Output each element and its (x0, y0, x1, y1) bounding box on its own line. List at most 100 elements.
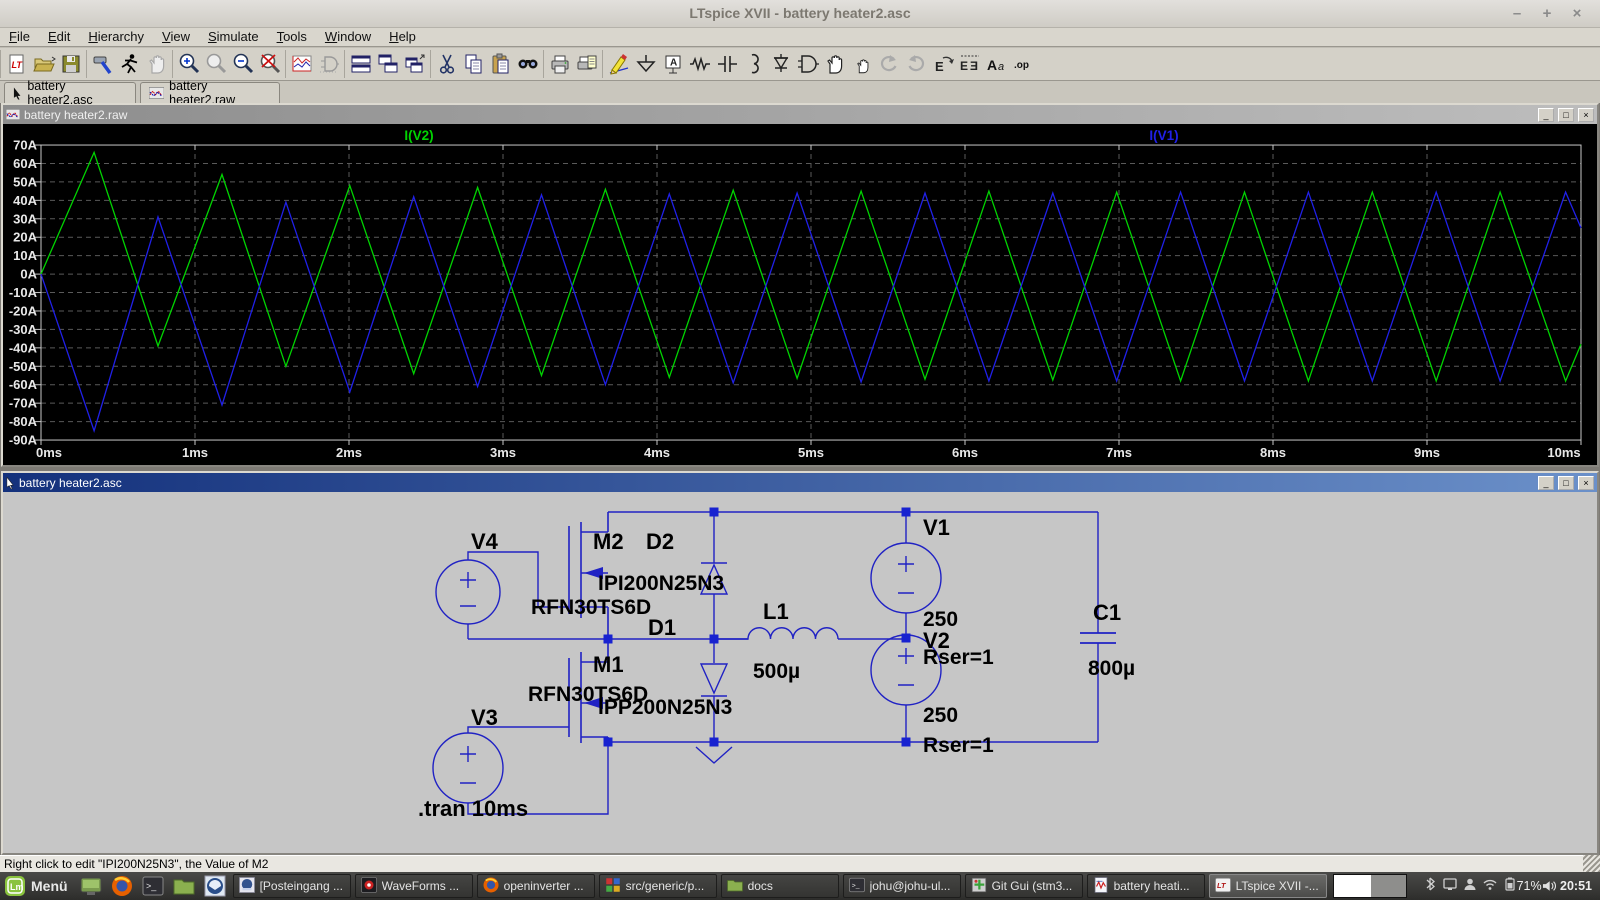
ground-icon[interactable] (632, 51, 659, 78)
ground-symbol[interactable] (696, 747, 732, 763)
menu-view[interactable]: View (153, 28, 199, 45)
undo-icon[interactable] (875, 51, 902, 78)
halt-icon[interactable] (143, 51, 170, 78)
app-titlebar[interactable]: LTspice XVII - battery heater2.asc – + × (0, 0, 1600, 28)
zoom-out-icon[interactable] (229, 51, 256, 78)
capacitor-icon[interactable] (713, 51, 740, 78)
user-icon[interactable] (1463, 877, 1477, 896)
tile-horizontal-icon[interactable] (347, 51, 374, 78)
schematic-label-m2_model[interactable]: IPI200N25N3 (598, 572, 724, 595)
schematic-label-m2[interactable]: M2 (593, 529, 624, 554)
drag-icon[interactable] (848, 51, 875, 78)
maximize-button[interactable]: + (1534, 4, 1560, 24)
print-icon[interactable] (546, 51, 573, 78)
new-schematic-icon[interactable]: LT (3, 51, 30, 78)
schematic-label-directive[interactable]: .tran 10ms (418, 796, 528, 821)
legend-I(V1)[interactable]: I(V1) (1149, 128, 1178, 143)
control-panel-icon[interactable] (89, 51, 116, 78)
launcher-thunderbird-icon[interactable] (203, 874, 228, 899)
menu-simulate[interactable]: Simulate (199, 28, 268, 45)
find-icon[interactable] (514, 51, 541, 78)
display-icon[interactable] (1443, 877, 1457, 896)
menu-window[interactable]: Window (316, 28, 380, 45)
rotate-icon[interactable]: E (929, 51, 956, 78)
cascade-windows-icon[interactable] (401, 51, 428, 78)
taskbar-window-ltspice-xvii-[interactable]: LTLTspice XVII -... (1209, 874, 1327, 898)
taskbar-window-openinverter-[interactable]: openinverter ... (477, 874, 595, 898)
schematic-label-m1[interactable]: M1 (593, 652, 624, 677)
launcher-show-desktop-icon[interactable] (79, 874, 104, 899)
text-icon[interactable]: Aa (983, 51, 1010, 78)
inductor-l1[interactable] (714, 628, 838, 639)
cut-icon[interactable] (433, 51, 460, 78)
open-icon[interactable] (30, 51, 57, 78)
tile-vertical-icon[interactable] (374, 51, 401, 78)
voltage-source-v3[interactable] (433, 733, 503, 803)
save-icon[interactable] (57, 51, 84, 78)
taskbar-window-waveforms-[interactable]: WaveForms ... (355, 874, 473, 898)
schematic-label-v2_value1[interactable]: 250 (923, 704, 958, 727)
resistor-icon[interactable] (686, 51, 713, 78)
bluetooth-icon[interactable] (1423, 877, 1437, 896)
schematic-label-v3[interactable]: V3 (471, 705, 498, 730)
schematic-label-d2_model[interactable]: RFN30TS6D (531, 596, 651, 619)
window-close-button[interactable]: × (1578, 476, 1594, 490)
diode-d1[interactable] (701, 639, 727, 742)
menu-help[interactable]: Help (380, 28, 425, 45)
schematic-label-l1[interactable]: L1 (763, 599, 789, 624)
schematic-label-m1_model[interactable]: IPP200N25N3 (598, 696, 732, 719)
legend-I(V2)[interactable]: I(V2) (404, 128, 433, 143)
taskbar-window-git-gui-stm3-[interactable]: Git Gui (stm3... (965, 874, 1083, 898)
window-maximize-button[interactable]: □ (1558, 476, 1574, 490)
spice-netlist-icon[interactable] (315, 51, 342, 78)
voltage-source-v4[interactable] (436, 560, 500, 624)
inductor-icon[interactable] (740, 51, 767, 78)
autorange-waveform-icon[interactable] (288, 51, 315, 78)
component-icon[interactable] (794, 51, 821, 78)
run-icon[interactable] (116, 51, 143, 78)
zoom-full-extents-icon[interactable] (202, 51, 229, 78)
zoom-in-icon[interactable] (175, 51, 202, 78)
diode-icon[interactable] (767, 51, 794, 78)
taskbar-window-docs[interactable]: docs (721, 874, 839, 898)
launcher-terminal-icon[interactable]: >_ (141, 874, 166, 899)
taskbar-window-johu-johu-ul-[interactable]: >_johu@johu-ul... (843, 874, 961, 898)
wifi-icon[interactable] (1483, 877, 1497, 896)
schematic-label-d1[interactable]: D1 (648, 615, 676, 640)
zoom-back-icon[interactable] (256, 51, 283, 78)
window-maximize-button[interactable]: □ (1558, 108, 1574, 122)
schematic-label-v4[interactable]: V4 (471, 529, 499, 554)
taskbar-window-src-generic-p-[interactable]: src/generic/p... (599, 874, 717, 898)
menu-tools[interactable]: Tools (268, 28, 316, 45)
desktop-widget[interactable] (1333, 874, 1407, 898)
minimize-button[interactable]: – (1504, 4, 1530, 24)
waveform-window-titlebar[interactable]: battery heater2.raw _ □ × (3, 105, 1597, 124)
redo-icon[interactable] (902, 51, 929, 78)
schematic-label-v1_value2[interactable]: Rser=1 (923, 646, 994, 669)
net-label-icon[interactable]: A (659, 51, 686, 78)
launcher-firefox-icon[interactable] (110, 874, 135, 899)
resize-grip[interactable] (1583, 855, 1600, 872)
window-minimize-button[interactable]: _ (1538, 476, 1554, 490)
move-icon[interactable] (821, 51, 848, 78)
volume-icon[interactable] (1542, 879, 1556, 893)
schematic-canvas[interactable]: V4M2D2IPI200N25N3RFN30TS6DD1L1500µV1250V… (3, 492, 1597, 853)
draw-wire-icon[interactable] (605, 51, 632, 78)
capacitor-c1[interactable] (1080, 633, 1116, 643)
battery-icon[interactable] (1503, 877, 1517, 896)
menu-edit[interactable]: Edit (39, 28, 79, 45)
mirror-icon[interactable]: EƎ (956, 51, 983, 78)
window-minimize-button[interactable]: _ (1538, 108, 1554, 122)
schematic-label-v2_value2[interactable]: Rser=1 (923, 734, 994, 757)
tab-battery-heater2-raw[interactable]: battery heater2.raw (140, 82, 280, 103)
schematic-label-d2[interactable]: D2 (646, 529, 674, 554)
taskbar-window--posteingang-[interactable]: [Posteingang ... (233, 874, 351, 898)
menu-file[interactable]: File (0, 28, 39, 45)
schematic-label-v1[interactable]: V1 (923, 515, 950, 540)
schematic-window-titlebar[interactable]: battery heater2.asc _ □ × (3, 473, 1597, 492)
window-close-button[interactable]: × (1578, 108, 1594, 122)
tab-battery-heater2-asc[interactable]: battery heater2.asc (4, 82, 136, 103)
schematic-label-c1[interactable]: C1 (1093, 600, 1121, 625)
print-preview-icon[interactable] (573, 51, 600, 78)
taskbar-window-battery-heati-[interactable]: battery heati... (1087, 874, 1205, 898)
